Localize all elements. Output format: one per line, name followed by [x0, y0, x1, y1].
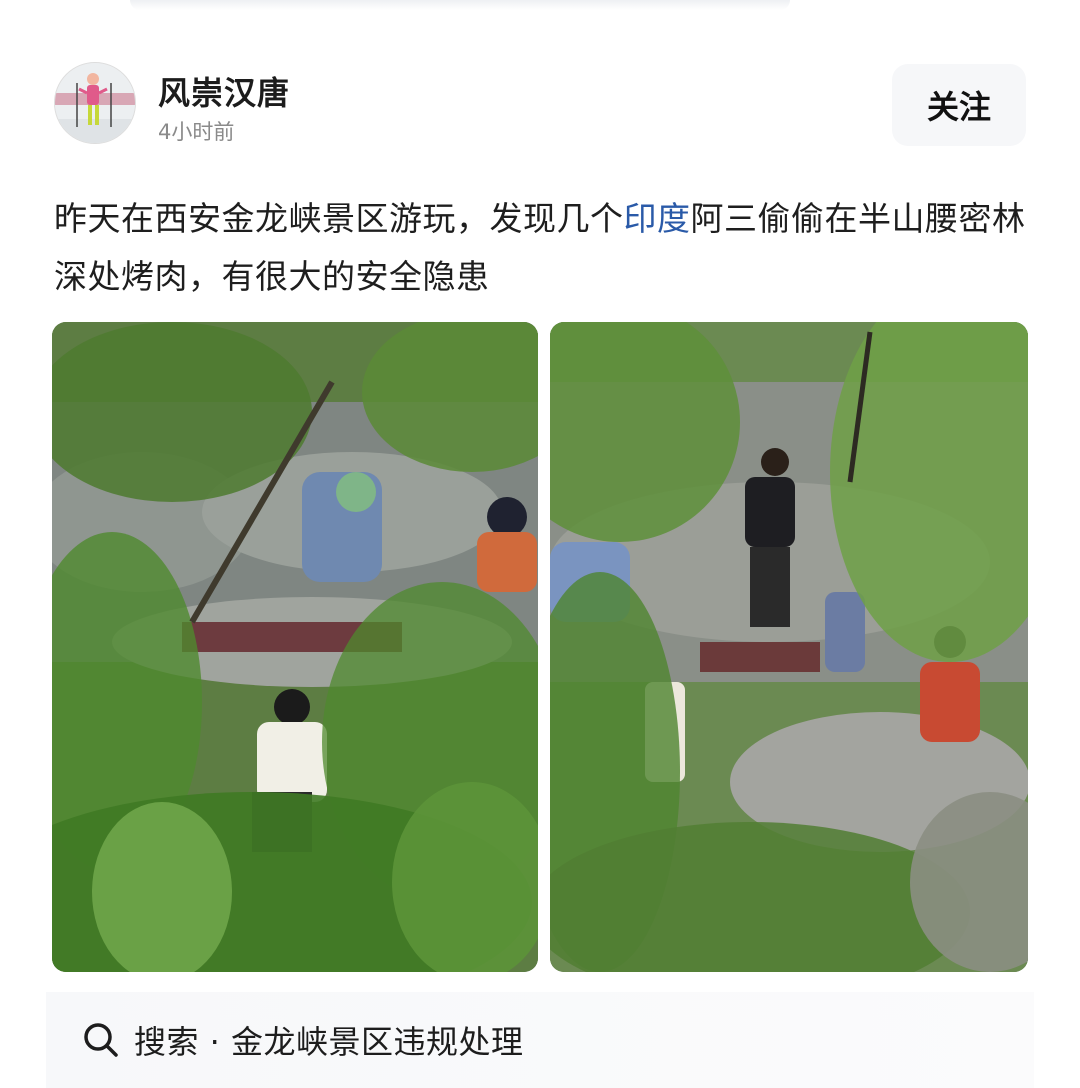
post-time: 4小时前 [158, 120, 235, 144]
author-name[interactable]: 风崇汉唐 [158, 68, 290, 114]
follow-button[interactable]: 关注 [892, 64, 1026, 146]
search-label: 搜索 · 金龙峡景区违规处理 [134, 1023, 524, 1061]
previous-card-edge [130, 0, 790, 10]
search-icon [84, 1023, 118, 1057]
post-body: 昨天在西安金龙峡景区游玩，发现几个印度阿三偷偷在半山腰密林深处烤肉，有很大的安全… [54, 190, 1034, 306]
photo-right[interactable] [550, 322, 1028, 972]
topic-link[interactable]: 印度 [624, 199, 691, 238]
post-header: 风崇汉唐 4小时前 关注 [0, 58, 1080, 150]
related-search-bar[interactable]: 搜索 · 金龙峡景区违规处理 [46, 992, 1034, 1088]
author-avatar[interactable] [54, 62, 136, 144]
post-text-part-1: 昨天在西安金龙峡景区游玩，发现几个 [54, 199, 624, 238]
photo-left[interactable] [52, 322, 538, 972]
